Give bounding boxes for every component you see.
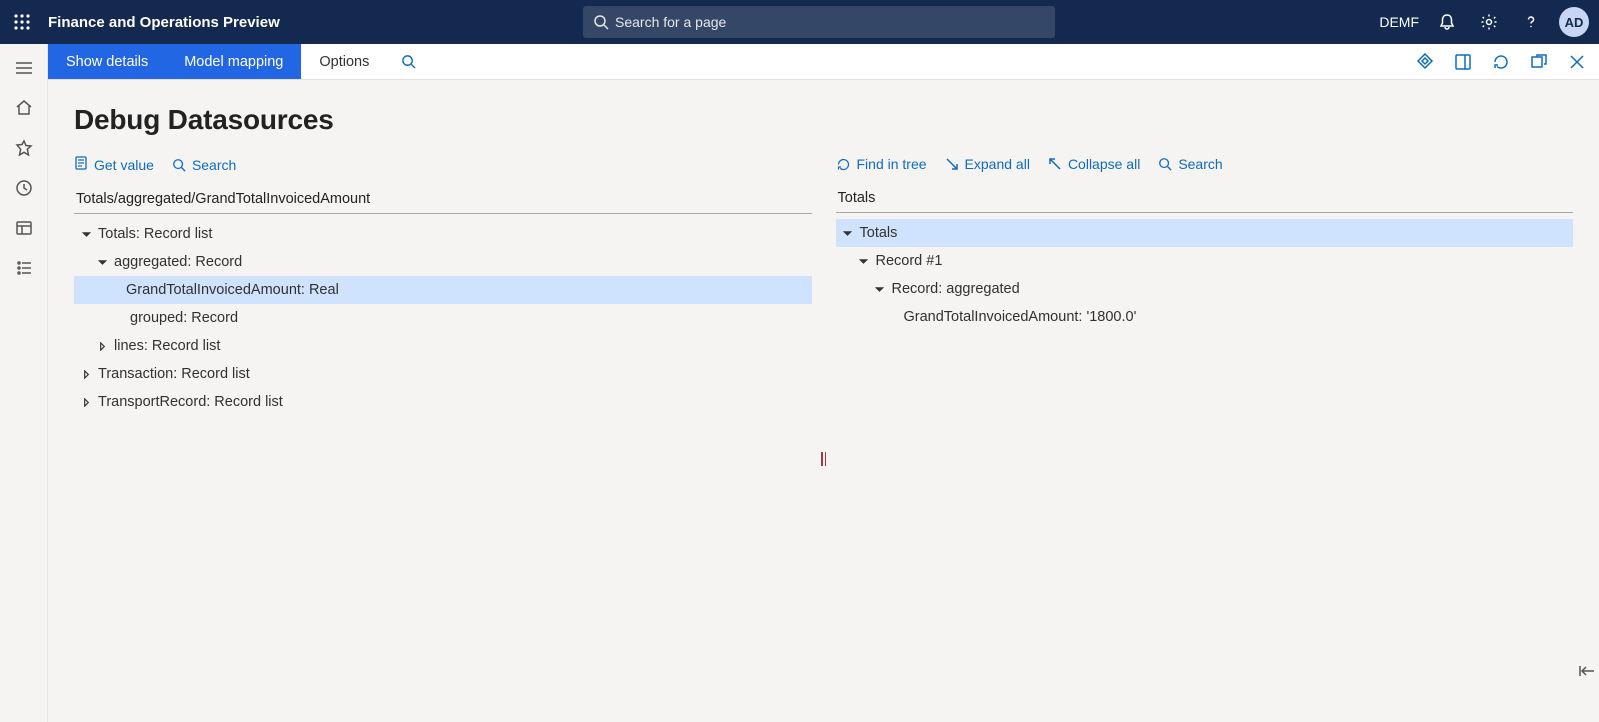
workspaces-icon[interactable]: [4, 210, 44, 246]
datasource-tree: Totals: Record list aggregated: Record G…: [74, 220, 812, 416]
action-bar: Show details Model mapping Options: [48, 44, 1599, 80]
tree-node[interactable]: grouped: Record: [74, 304, 812, 332]
settings-icon[interactable]: [1475, 8, 1503, 36]
page-content: Debug Datasources Get value Search Total…: [48, 80, 1599, 722]
tree-node[interactable]: Record #1: [836, 247, 1574, 275]
tree-node[interactable]: Transaction: Record list: [74, 360, 812, 388]
restore-panel-icon[interactable]: [1579, 664, 1595, 680]
caret-right-icon[interactable]: [78, 394, 94, 410]
find-in-tree-label: Find in tree: [857, 156, 927, 172]
datasource-path[interactable]: Totals/aggregated/GrandTotalInvoicedAmou…: [74, 187, 812, 214]
left-nav-rail: [0, 44, 48, 722]
recent-icon[interactable]: [4, 170, 44, 206]
caret-none: [110, 310, 126, 326]
tree-node-selected[interactable]: Totals: [836, 219, 1574, 247]
notifications-icon[interactable]: [1433, 8, 1461, 36]
company-code[interactable]: DEMF: [1379, 14, 1419, 30]
values-pane: Find in tree Expand all Collapse all Sea…: [836, 156, 1574, 331]
caret-right-icon[interactable]: [78, 366, 94, 382]
search-left-button[interactable]: Search: [172, 157, 236, 173]
help-icon[interactable]: [1517, 8, 1545, 36]
get-value-button[interactable]: Get value: [74, 156, 154, 173]
search-right-label: Search: [1178, 156, 1222, 172]
caret-down-icon[interactable]: [78, 226, 94, 242]
home-icon[interactable]: [4, 90, 44, 126]
collapse-all-button[interactable]: Collapse all: [1048, 156, 1140, 172]
page-title: Debug Datasources: [74, 104, 1573, 136]
expand-all-label: Expand all: [965, 156, 1030, 172]
values-tree: Totals Record #1 Record: aggregated Gran…: [836, 219, 1574, 331]
expand-all-button[interactable]: Expand all: [945, 156, 1030, 172]
tree-node-selected[interactable]: GrandTotalInvoicedAmount: Real: [74, 276, 812, 304]
values-path[interactable]: Totals: [836, 186, 1574, 213]
tree-node[interactable]: aggregated: Record: [74, 248, 812, 276]
search-right-button[interactable]: Search: [1158, 156, 1222, 172]
tab-show-details[interactable]: Show details: [48, 44, 166, 79]
side-panel-icon[interactable]: [1449, 48, 1477, 76]
tree-node[interactable]: Record: aggregated: [836, 275, 1574, 303]
tree-node[interactable]: TransportRecord: Record list: [74, 388, 812, 416]
global-search-input[interactable]: Search for a page: [583, 6, 1055, 38]
datasource-pane: Get value Search Totals/aggregated/Grand…: [74, 156, 812, 416]
app-launcher-icon[interactable]: [8, 8, 36, 36]
search-left-label: Search: [192, 157, 236, 173]
app-title: Finance and Operations Preview: [48, 14, 280, 31]
modules-icon[interactable]: [4, 250, 44, 286]
global-search-placeholder: Search for a page: [615, 14, 726, 30]
caret-down-icon[interactable]: [856, 253, 872, 269]
user-avatar[interactable]: AD: [1559, 7, 1589, 37]
get-value-label: Get value: [94, 157, 154, 173]
action-search-icon[interactable]: [387, 44, 430, 79]
find-in-tree-button[interactable]: Find in tree: [836, 156, 927, 172]
favorites-icon[interactable]: [4, 130, 44, 166]
top-nav-bar: Finance and Operations Preview Search fo…: [0, 0, 1599, 44]
attachments-icon[interactable]: [1411, 48, 1439, 76]
open-new-window-icon[interactable]: [1525, 48, 1553, 76]
refresh-icon[interactable]: [1487, 48, 1515, 76]
tree-node[interactable]: Totals: Record list: [74, 220, 812, 248]
caret-right-icon[interactable]: [94, 338, 110, 354]
nav-expand-icon[interactable]: [4, 50, 44, 86]
tab-model-mapping[interactable]: Model mapping: [166, 44, 301, 79]
tree-node[interactable]: lines: Record list: [74, 332, 812, 360]
pane-splitter[interactable]: [820, 450, 828, 468]
close-icon[interactable]: [1563, 48, 1591, 76]
caret-down-icon[interactable]: [94, 254, 110, 270]
collapse-all-label: Collapse all: [1068, 156, 1140, 172]
caret-down-icon[interactable]: [840, 225, 856, 241]
tab-options[interactable]: Options: [301, 44, 387, 79]
tree-node[interactable]: GrandTotalInvoicedAmount: '1800.0': [836, 303, 1574, 331]
caret-down-icon[interactable]: [872, 281, 888, 297]
